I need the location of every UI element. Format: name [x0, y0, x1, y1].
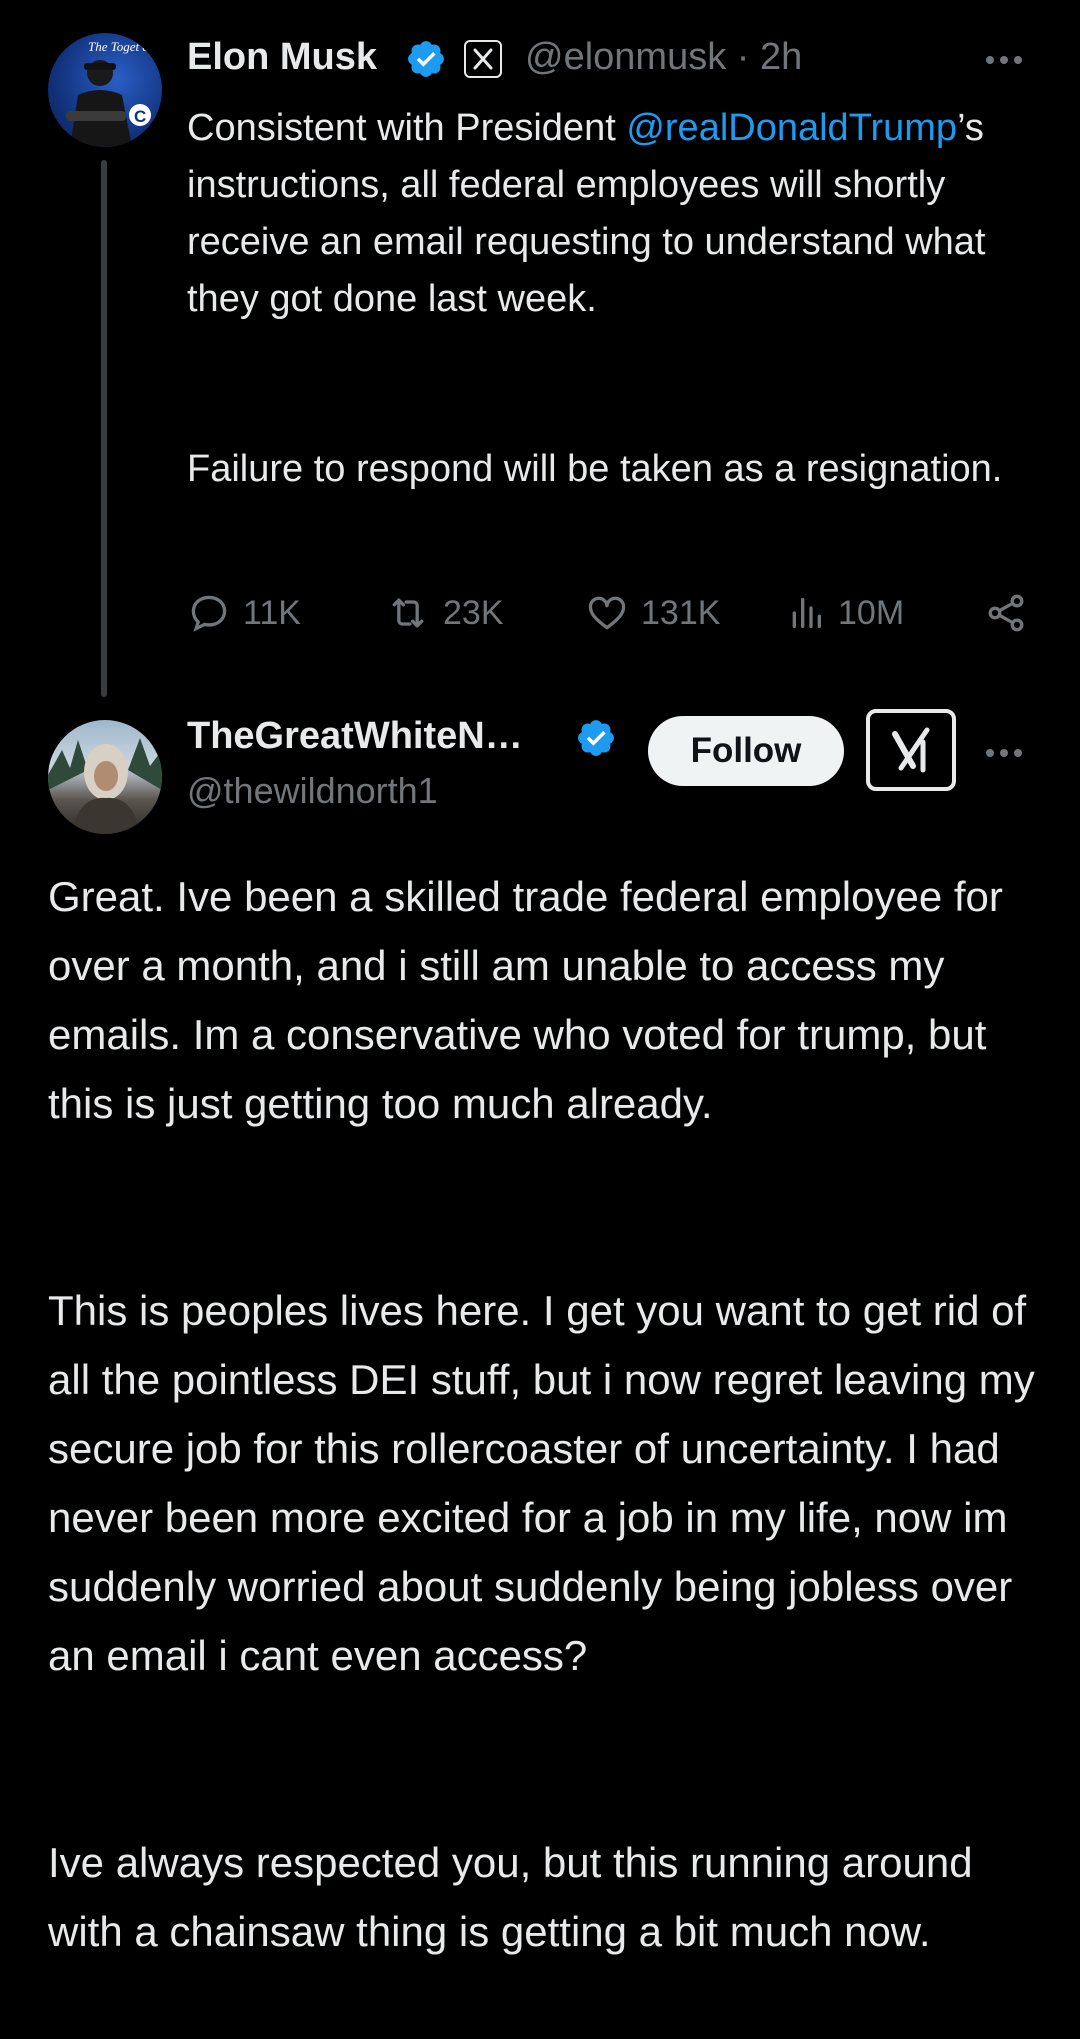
share-icon: [988, 594, 1024, 632]
grok-icon: [892, 727, 930, 773]
views-icon: [792, 598, 821, 628]
tweet-handle[interactable]: @elonmusk: [525, 36, 726, 78]
mention-link[interactable]: @realDonaldTrump: [626, 107, 957, 149]
tweet-handle-time[interactable]: @elonmusk · 2h: [525, 36, 802, 79]
elon-avatar[interactable]: The Toget a C: [48, 33, 162, 147]
like-button[interactable]: 131K: [585, 588, 720, 638]
repost-count: 23K: [443, 593, 504, 632]
views-button[interactable]: 10M: [786, 588, 904, 638]
tweet-text-start: Consistent with President: [187, 107, 627, 149]
repost-button[interactable]: 23K: [385, 588, 504, 638]
share-button[interactable]: [984, 588, 1028, 638]
avatar-text: The Toget a: [88, 39, 149, 54]
reply-author-name[interactable]: TheGreatWhiteN…: [187, 715, 523, 758]
more-dots-icon[interactable]: [982, 40, 1026, 85]
verified-badge-icon: [575, 717, 617, 764]
repost-icon: [392, 598, 424, 628]
tweet-time[interactable]: · 2h: [737, 36, 802, 78]
verified-badge-icon: [405, 38, 447, 85]
reply-button[interactable]: 11K: [187, 588, 301, 638]
reply-count: 11K: [243, 593, 301, 632]
x-logo-icon: [464, 40, 502, 78]
heart-icon: [588, 596, 626, 630]
thread-line: [101, 160, 107, 697]
reply-paragraph-2: This is peoples lives here. I get you wa…: [48, 1287, 1035, 1679]
reply-avatar[interactable]: [48, 720, 162, 834]
reply-handle[interactable]: @thewildnorth1: [187, 770, 438, 812]
follow-button[interactable]: Follow: [648, 716, 844, 786]
tweet-text-paragraph-2: Failure to respond will be taken as a re…: [187, 448, 1003, 490]
like-count: 131K: [641, 593, 721, 632]
reply-icon: [191, 595, 227, 632]
grok-button[interactable]: [866, 709, 956, 791]
reply-paragraph-1: Great. Ive been a skilled trade federal …: [48, 873, 1003, 1127]
svg-text:C: C: [134, 107, 146, 126]
more-dots-icon[interactable]: [982, 733, 1026, 778]
views-count: 10M: [838, 593, 905, 632]
reply-paragraph-3: Ive always respected you, but this runni…: [48, 1839, 973, 1955]
tweet-author-name[interactable]: Elon Musk: [187, 36, 377, 79]
tweet-text-paragraph: Consistent with President @realDonaldTru…: [187, 100, 1027, 328]
